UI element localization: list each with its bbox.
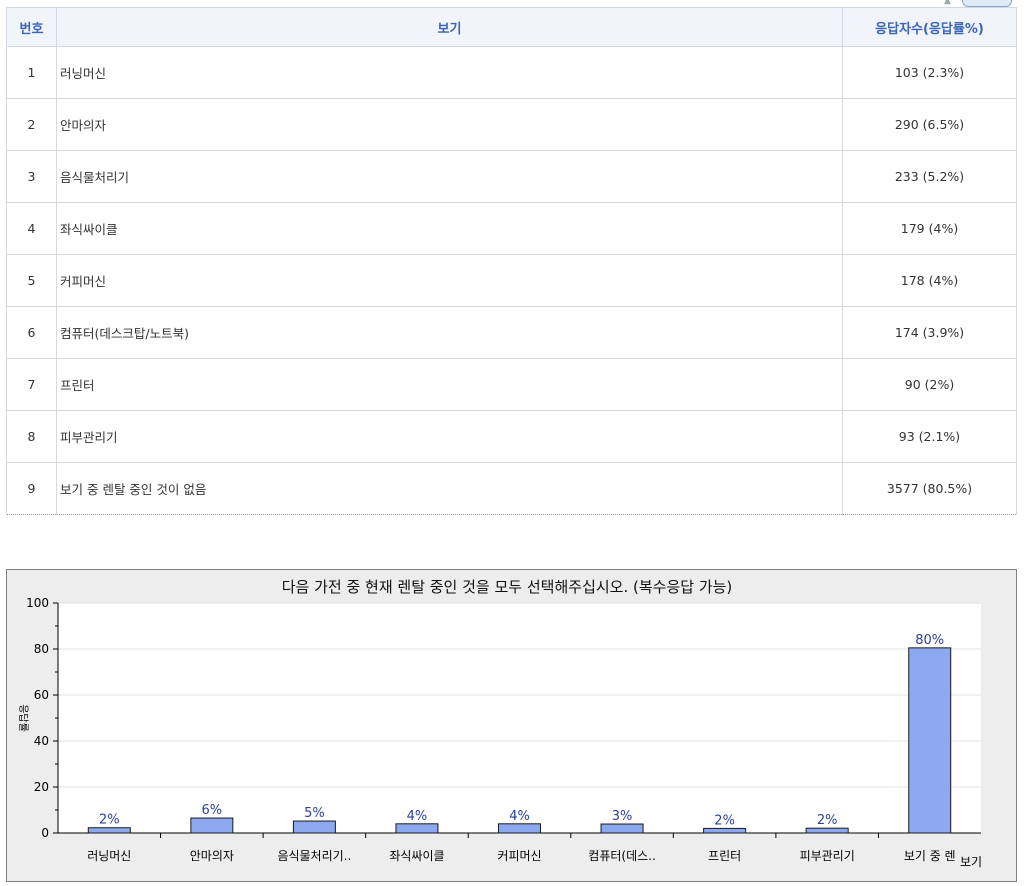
- table-row: 1 러닝머신 103 (2.3%): [6, 46, 1017, 99]
- results-table: 번호 보기 응답자수(응답률%) 1 러닝머신 103 (2.3%) 2 안마의자 290…: [6, 7, 1017, 515]
- row-number: 7: [6, 358, 57, 411]
- data-label: 80%: [915, 633, 944, 648]
- plot-area: [58, 603, 981, 833]
- chart-title: 다음 가전 중 현재 렌탈 중인 것을 모두 선택해주십시오. (복수응답 가능…: [282, 578, 733, 596]
- row-option: 보기 중 렌탈 중인 것이 없음: [56, 462, 843, 515]
- table-row: 3 음식물처리기 233 (5.2%): [6, 150, 1017, 203]
- x-tick-label: 커피머신: [497, 849, 541, 863]
- data-label: 2%: [99, 813, 120, 828]
- row-count: 179 (4%): [842, 202, 1017, 255]
- row-number: 8: [6, 410, 57, 463]
- table-header-row: 번호 보기 응답자수(응답률%): [6, 7, 1017, 47]
- x-axis-title: 보기: [960, 855, 982, 869]
- y-tick-label: 80: [34, 642, 49, 656]
- x-tick-label: 프린터: [708, 849, 741, 863]
- row-number: 6: [6, 306, 57, 359]
- chart-panel: 다음 가전 중 현재 렌탈 중인 것을 모두 선택해주십시오. (복수응답 가능…: [6, 569, 1017, 882]
- y-axis-title: 응답률: [17, 704, 29, 732]
- row-number: 4: [6, 202, 57, 255]
- row-option: 좌식싸이클: [56, 202, 843, 255]
- scroll-arrow-icon: ▲: [944, 0, 951, 6]
- row-number: 5: [6, 254, 57, 307]
- x-tick-label: 안마의자: [190, 849, 234, 863]
- table-row: 8 피부관리기 93 (2.1%): [6, 410, 1017, 463]
- row-count: 290 (6.5%): [842, 98, 1017, 151]
- row-count: 3577 (80.5%): [842, 462, 1017, 515]
- bar: [805, 827, 849, 834]
- x-tick-label: 좌식싸이클: [389, 849, 444, 863]
- table-row: 9 보기 중 렌탈 중인 것이 없음 3577 (80.5%): [6, 462, 1017, 515]
- table-row: 4 좌식싸이클 179 (4%): [6, 202, 1017, 255]
- row-number: 2: [6, 98, 57, 151]
- bar: [600, 823, 644, 834]
- bar: [395, 823, 439, 834]
- x-tick-label: 컴퓨터(데스..: [588, 849, 656, 863]
- bar: [908, 647, 952, 834]
- bar: [87, 827, 131, 834]
- table-row: 5 커피머신 178 (4%): [6, 254, 1017, 307]
- row-number: 1: [6, 46, 57, 99]
- row-count: 178 (4%): [842, 254, 1017, 307]
- row-option: 컴퓨터(데스크탑/노트북): [56, 306, 843, 359]
- row-option: 커피머신: [56, 254, 843, 307]
- header-option: 보기: [56, 7, 843, 47]
- data-label: 3%: [612, 809, 633, 824]
- data-label: 4%: [407, 809, 428, 824]
- table-row: 7 프린터 90 (2%): [6, 358, 1017, 411]
- row-number: 3: [6, 150, 57, 203]
- y-tick-label: 60: [34, 688, 49, 702]
- table-row: 2 안마의자 290 (6.5%): [6, 98, 1017, 151]
- row-option: 러닝머신: [56, 46, 843, 99]
- row-option: 프린터: [56, 358, 843, 411]
- x-tick-label: 보기 중 렌: [904, 849, 956, 863]
- y-tick-label: 0: [41, 826, 49, 840]
- row-count: 90 (2%): [842, 358, 1017, 411]
- bar: [190, 817, 234, 834]
- data-label: 2%: [714, 813, 735, 828]
- y-tick-label: 40: [34, 734, 49, 748]
- y-tick-label: 20: [34, 780, 49, 794]
- row-count: 93 (2.1%): [842, 410, 1017, 463]
- row-count: 103 (2.3%): [842, 46, 1017, 99]
- header-no: 번호: [6, 7, 57, 47]
- table-row: 6 컴퓨터(데스크탑/노트북) 174 (3.9%): [6, 306, 1017, 359]
- y-tick-label: 100: [26, 596, 49, 610]
- x-tick-label: 러닝머신: [87, 849, 131, 863]
- bar: [703, 827, 747, 834]
- bar: [498, 823, 541, 834]
- row-count: 174 (3.9%): [842, 306, 1017, 359]
- header-count: 응답자수(응답률%): [842, 7, 1017, 47]
- bar-chart: 다음 가전 중 현재 렌탈 중인 것을 모두 선택해주십시오. (복수응답 가능…: [17, 578, 982, 869]
- row-option: 음식물처리기: [56, 150, 843, 203]
- bar: [292, 820, 336, 834]
- row-number: 9: [6, 462, 57, 515]
- x-tick-label: 음식물처리기..: [277, 849, 351, 863]
- top-corner-tab-button[interactable]: [962, 0, 1012, 7]
- x-tick-label: 피부관리기: [800, 849, 855, 863]
- row-count: 233 (5.2%): [842, 150, 1017, 203]
- data-label: 2%: [817, 813, 838, 828]
- data-label: 5%: [304, 806, 325, 821]
- data-label: 4%: [509, 809, 530, 824]
- row-option: 안마의자: [56, 98, 843, 151]
- data-label: 6%: [202, 803, 223, 818]
- row-option: 피부관리기: [56, 410, 843, 463]
